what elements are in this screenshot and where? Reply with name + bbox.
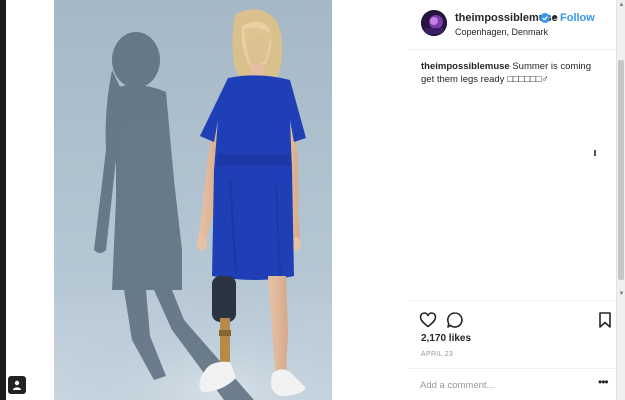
avatar-image	[421, 10, 447, 36]
person-icon-glyph	[13, 380, 21, 390]
follow-button[interactable]: Follow	[560, 12, 595, 24]
caption-username[interactable]: theimpossiblemuse	[421, 61, 510, 72]
separator-dot: •	[553, 12, 557, 24]
post-sidebar: theimpossiblemuse • Follow Copenhagen, D…	[408, 0, 616, 400]
left-margin	[6, 0, 54, 400]
photo-illustration	[54, 0, 332, 400]
verified-badge-icon	[540, 13, 550, 23]
comment-bubble-icon[interactable]	[446, 311, 464, 329]
scroll-up-arrow-icon[interactable]: ▲	[618, 1, 625, 9]
more-options-icon[interactable]: •••	[598, 375, 609, 389]
post-actions: 2,170 likes APRIL 23 •••	[408, 300, 616, 400]
comment-input[interactable]	[420, 376, 580, 394]
prosthetic-pylon	[220, 318, 230, 362]
comment-bar: •••	[408, 368, 616, 400]
location-link[interactable]: Copenhagen, Denmark	[455, 27, 548, 37]
post-caption: theimpossiblemuse Summer is coming get t…	[421, 60, 606, 86]
prosthetic-socket	[212, 276, 236, 322]
caption-scroll-mark	[594, 150, 596, 156]
page-scrollbar[interactable]: ▲ ▼	[616, 0, 625, 400]
blue-dress	[200, 75, 306, 280]
post-photo[interactable]	[54, 0, 332, 400]
avatar[interactable]	[421, 10, 447, 36]
scroll-down-arrow-icon[interactable]: ▼	[618, 290, 625, 298]
person-icon[interactable]	[8, 376, 26, 394]
scrollbar-thumb[interactable]	[618, 60, 624, 280]
post-date[interactable]: APRIL 23	[421, 351, 453, 358]
heart-icon[interactable]	[419, 311, 437, 329]
post-header: theimpossiblemuse • Follow Copenhagen, D…	[408, 0, 616, 50]
like-count[interactable]: 2,170 likes	[421, 333, 471, 344]
bookmark-icon[interactable]	[596, 311, 614, 329]
